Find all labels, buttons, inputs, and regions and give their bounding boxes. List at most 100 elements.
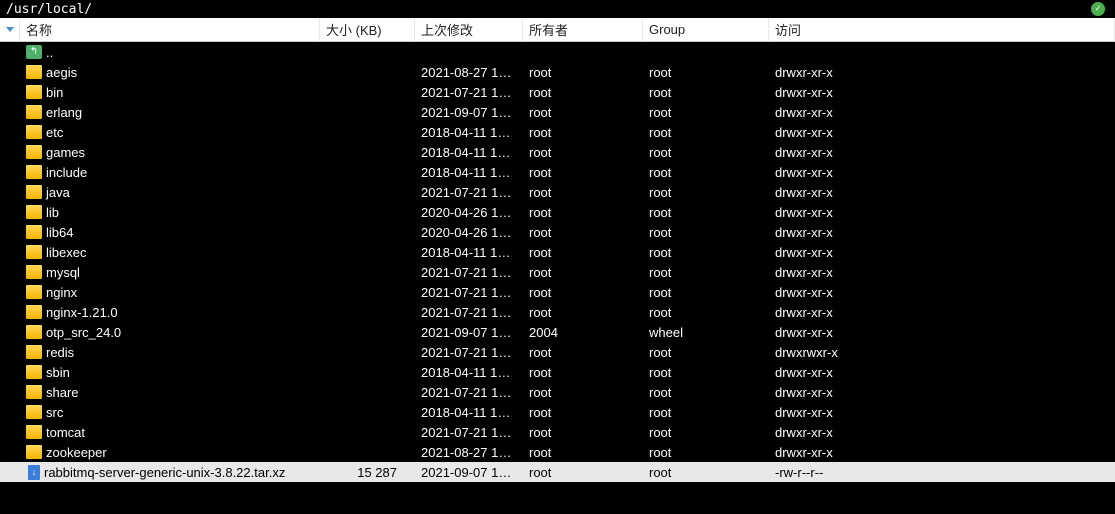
folder-icon	[26, 125, 42, 139]
path-bar[interactable]: /usr/local/	[0, 0, 1115, 18]
file-permissions: -rw-r--r--	[769, 465, 1115, 480]
file-name: src	[46, 405, 63, 420]
file-name: rabbitmq-server-generic-unix-3.8.22.tar.…	[44, 465, 285, 480]
file-permissions: drwxr-xr-x	[769, 425, 1115, 440]
file-modified: 2021-07-21 1…	[415, 305, 523, 320]
file-owner: root	[523, 405, 643, 420]
file-permissions: drwxr-xr-x	[769, 185, 1115, 200]
file-owner: root	[523, 305, 643, 320]
folder-icon	[26, 325, 42, 339]
header-modified[interactable]: 上次修改	[415, 18, 523, 41]
file-owner: root	[523, 445, 643, 460]
table-row[interactable]: etc2018-04-11 1…rootrootdrwxr-xr-x	[0, 122, 1115, 142]
expand-toggle[interactable]	[0, 18, 20, 41]
file-owner: root	[523, 145, 643, 160]
header-perm[interactable]: 访问	[769, 18, 1115, 41]
table-row[interactable]: mysql2021-07-21 1…rootrootdrwxr-xr-x	[0, 262, 1115, 282]
folder-icon	[26, 445, 42, 459]
table-row[interactable]: lib2020-04-26 1…rootrootdrwxr-xr-x	[0, 202, 1115, 222]
table-row[interactable]: share2021-07-21 1…rootrootdrwxr-xr-x	[0, 382, 1115, 402]
folder-icon	[26, 165, 42, 179]
file-group: root	[643, 305, 769, 320]
file-permissions: drwxr-xr-x	[769, 445, 1115, 460]
header-name[interactable]: 名称	[20, 18, 320, 41]
table-row[interactable]: ..	[0, 42, 1115, 62]
file-name: bin	[46, 85, 63, 100]
file-modified: 2020-04-26 1…	[415, 205, 523, 220]
file-modified: 2018-04-11 1…	[415, 245, 523, 260]
name-cell: mysql	[20, 265, 320, 280]
file-owner: root	[523, 285, 643, 300]
file-owner: root	[523, 125, 643, 140]
name-cell: lib	[20, 205, 320, 220]
file-owner: root	[523, 425, 643, 440]
folder-icon	[26, 105, 42, 119]
file-permissions: drwxr-xr-x	[769, 65, 1115, 80]
folder-icon	[26, 365, 42, 379]
file-name: aegis	[46, 65, 77, 80]
table-row[interactable]: bin2021-07-21 1…rootrootdrwxr-xr-x	[0, 82, 1115, 102]
file-name: mysql	[46, 265, 80, 280]
table-row[interactable]: zookeeper2021-08-27 1…rootrootdrwxr-xr-x	[0, 442, 1115, 462]
file-modified: 2018-04-11 1…	[415, 145, 523, 160]
file-permissions: drwxr-xr-x	[769, 285, 1115, 300]
folder-icon	[26, 345, 42, 359]
table-row[interactable]: sbin2018-04-11 1…rootrootdrwxr-xr-x	[0, 362, 1115, 382]
name-cell: libexec	[20, 245, 320, 260]
file-owner: root	[523, 205, 643, 220]
connection-ok-icon	[1091, 2, 1105, 16]
table-row[interactable]: tomcat2021-07-21 1…rootrootdrwxr-xr-x	[0, 422, 1115, 442]
folder-icon	[26, 405, 42, 419]
file-name: nginx	[46, 285, 77, 300]
table-row[interactable]: java2021-07-21 1…rootrootdrwxr-xr-x	[0, 182, 1115, 202]
folder-icon	[26, 225, 42, 239]
archive-file-icon	[28, 465, 40, 480]
file-owner: root	[523, 165, 643, 180]
name-cell: nginx	[20, 285, 320, 300]
file-permissions: drwxrwxr-x	[769, 345, 1115, 360]
table-row[interactable]: libexec2018-04-11 1…rootrootdrwxr-xr-x	[0, 242, 1115, 262]
file-modified: 2021-09-07 1…	[415, 325, 523, 340]
header-group[interactable]: Group	[643, 18, 769, 41]
table-row[interactable]: aegis2021-08-27 1…rootrootdrwxr-xr-x	[0, 62, 1115, 82]
current-path: /usr/local/	[6, 2, 92, 17]
table-row[interactable]: nginx2021-07-21 1…rootrootdrwxr-xr-x	[0, 282, 1115, 302]
file-modified: 2021-09-07 1…	[415, 465, 523, 480]
table-row[interactable]: lib642020-04-26 1…rootrootdrwxr-xr-x	[0, 222, 1115, 242]
file-permissions: drwxr-xr-x	[769, 405, 1115, 420]
file-name: libexec	[46, 245, 86, 260]
table-row[interactable]: erlang2021-09-07 1…rootrootdrwxr-xr-x	[0, 102, 1115, 122]
name-cell: tomcat	[20, 425, 320, 440]
table-row[interactable]: otp_src_24.02021-09-07 1…2004wheeldrwxr-…	[0, 322, 1115, 342]
table-row[interactable]: rabbitmq-server-generic-unix-3.8.22.tar.…	[0, 462, 1115, 482]
file-modified: 2021-07-21 1…	[415, 265, 523, 280]
file-name: redis	[46, 345, 74, 360]
name-cell: src	[20, 405, 320, 420]
file-owner: root	[523, 185, 643, 200]
name-cell: otp_src_24.0	[20, 325, 320, 340]
table-row[interactable]: include2018-04-11 1…rootrootdrwxr-xr-x	[0, 162, 1115, 182]
table-row[interactable]: games2018-04-11 1…rootrootdrwxr-xr-x	[0, 142, 1115, 162]
name-cell: aegis	[20, 65, 320, 80]
file-group: root	[643, 365, 769, 380]
file-name: share	[46, 385, 79, 400]
table-row[interactable]: redis2021-07-21 1…rootrootdrwxrwxr-x	[0, 342, 1115, 362]
table-row[interactable]: nginx-1.21.02021-07-21 1…rootrootdrwxr-x…	[0, 302, 1115, 322]
header-size[interactable]: 大小 (KB)	[320, 18, 415, 41]
file-list[interactable]: ..aegis2021-08-27 1…rootrootdrwxr-xr-xbi…	[0, 42, 1115, 482]
file-modified: 2018-04-11 1…	[415, 405, 523, 420]
file-group: root	[643, 205, 769, 220]
name-cell: rabbitmq-server-generic-unix-3.8.22.tar.…	[20, 465, 320, 480]
name-cell: bin	[20, 85, 320, 100]
file-modified: 2021-07-21 1…	[415, 425, 523, 440]
file-modified: 2018-04-11 1…	[415, 125, 523, 140]
file-name: sbin	[46, 365, 70, 380]
file-owner: 2004	[523, 325, 643, 340]
file-group: root	[643, 285, 769, 300]
file-permissions: drwxr-xr-x	[769, 365, 1115, 380]
file-owner: root	[523, 245, 643, 260]
file-group: root	[643, 125, 769, 140]
file-owner: root	[523, 465, 643, 480]
header-owner[interactable]: 所有者	[523, 18, 643, 41]
table-row[interactable]: src2018-04-11 1…rootrootdrwxr-xr-x	[0, 402, 1115, 422]
